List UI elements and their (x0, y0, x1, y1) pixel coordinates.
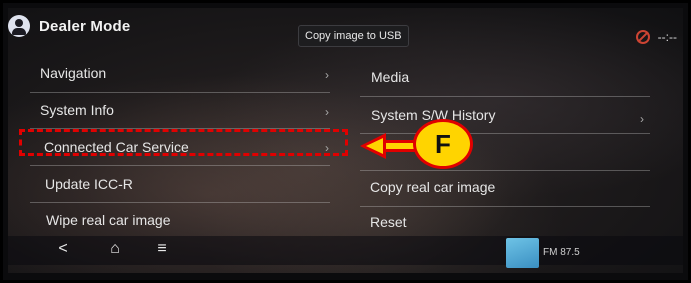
menu-item-label: Reset (370, 214, 407, 230)
highlight-box (19, 129, 348, 156)
back-icon[interactable]: < (53, 240, 73, 258)
menu-item-update-icc-r[interactable]: Update ICC-R (45, 168, 133, 200)
chevron-right-icon: › (640, 112, 644, 126)
menu-item-label: Copy real car image (370, 179, 496, 195)
menu-item-label: Update ICC-R (45, 176, 133, 192)
menu-item-wipe-real-car-image[interactable]: Wipe real car image (46, 204, 171, 236)
menu-item-copy-real-car-image[interactable]: Copy real car image (370, 171, 495, 203)
menu-item-media[interactable]: Media (371, 61, 409, 93)
user-icon[interactable] (8, 15, 30, 37)
chevron-right-icon: › (325, 68, 329, 82)
menu-icon[interactable]: ≡ (152, 240, 172, 258)
radio-thumbnail[interactable] (506, 238, 539, 268)
radio-station-label: FM 87.5 (543, 247, 580, 258)
divider (30, 202, 330, 203)
menu-item-system-info[interactable]: System Info (40, 94, 114, 126)
page-title: Dealer Mode (39, 17, 131, 35)
menu-item-reset[interactable]: Reset (370, 206, 407, 238)
menu-item-label: Navigation (40, 65, 107, 81)
home-icon[interactable]: ⌂ (105, 240, 125, 258)
divider (30, 165, 330, 166)
chevron-right-icon: › (325, 105, 329, 119)
arrow-head-fill (366, 138, 383, 154)
status-area: --:-- (635, 30, 677, 44)
menu-item-label: System Info (40, 102, 114, 118)
mute-icon (635, 30, 650, 44)
arrow-shaft (384, 140, 416, 152)
menu-item-label: Wipe real car image (46, 212, 171, 228)
callout-badge: F (413, 119, 473, 169)
copy-image-tooltip: Copy image to USB (298, 25, 409, 47)
menu-item-navigation[interactable]: Navigation (40, 57, 106, 89)
divider (360, 133, 650, 134)
header: Dealer Mode (8, 12, 130, 40)
clock: --:-- (657, 30, 677, 44)
divider (360, 96, 650, 97)
callout-letter: F (435, 128, 451, 159)
divider (30, 92, 330, 93)
menu-item-label: Media (371, 69, 410, 85)
